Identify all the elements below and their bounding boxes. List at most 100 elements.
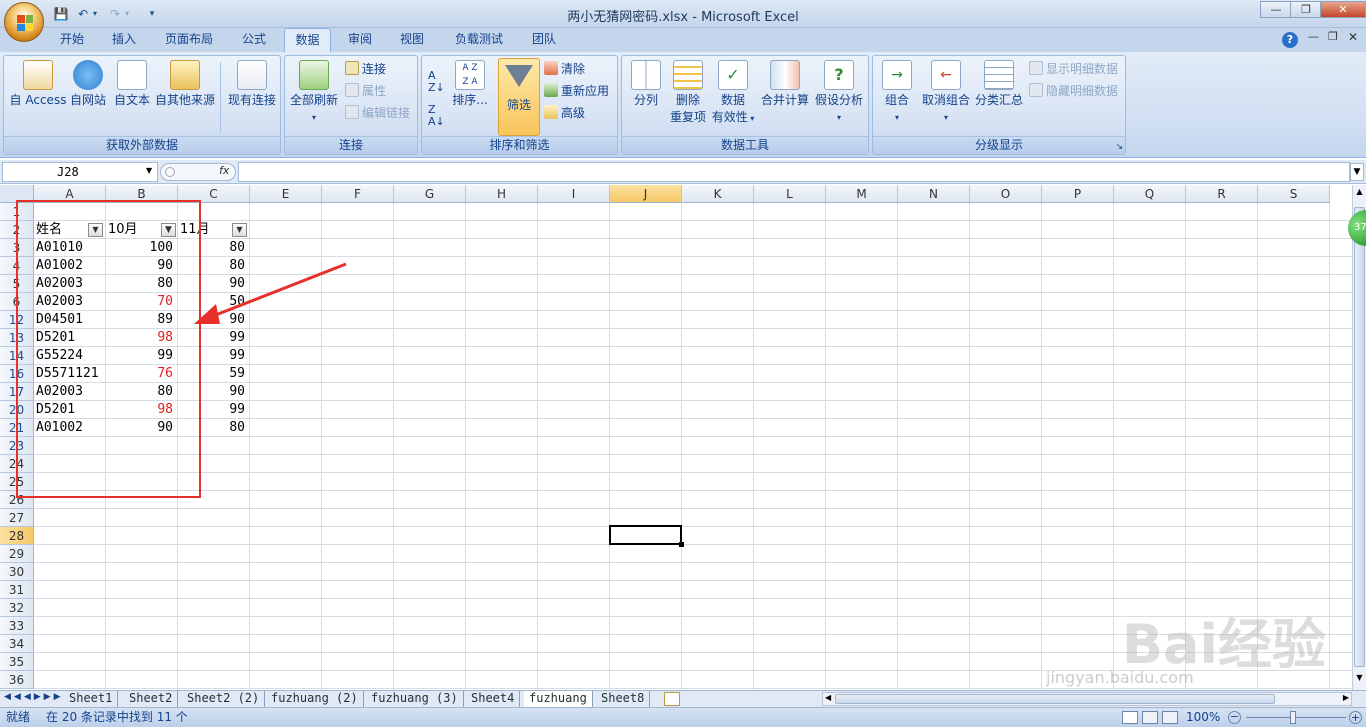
sheet-tab-1[interactable]: Sheet2 — [124, 691, 179, 707]
ribbon-close-icon[interactable]: ✕ — [1348, 30, 1358, 44]
text-to-columns-button[interactable]: 分列 — [626, 60, 666, 109]
column-header-m[interactable]: M — [826, 185, 898, 203]
column-header-r[interactable]: R — [1186, 185, 1258, 203]
edit-links-button[interactable]: 编辑链接 — [345, 103, 410, 123]
name-box-dropdown-icon[interactable]: ▼ — [146, 166, 152, 175]
group-button[interactable]: → 组合 ▾ — [877, 60, 917, 126]
connections-button[interactable]: 连接 — [345, 59, 386, 79]
scroll-right-icon[interactable]: ▶ — [1343, 693, 1349, 702]
row-header-31[interactable]: 31 — [0, 581, 34, 599]
zoom-out-icon[interactable]: − — [1228, 711, 1241, 724]
remove-duplicates-button[interactable]: 删除 重复项 — [668, 60, 708, 126]
tab-view[interactable]: 视图 — [390, 28, 434, 52]
ribbon-minimize-icon[interactable]: — — [1308, 30, 1319, 43]
ungroup-button[interactable]: ← 取消组合 ▾ — [919, 60, 973, 126]
horizontal-scrollbar[interactable]: ◀ ▶ — [822, 692, 1352, 706]
hide-detail-button[interactable]: 隐藏明细数据 — [1029, 81, 1118, 101]
from-web-button[interactable]: 自网站 — [66, 60, 110, 109]
help-icon[interactable]: ? — [1282, 32, 1298, 48]
restore-button[interactable]: ❐ — [1290, 1, 1322, 18]
zoom-level[interactable]: 100% — [1186, 708, 1220, 727]
tab-insert[interactable]: 插入 — [100, 28, 148, 52]
zoom-in-icon[interactable]: + — [1349, 711, 1362, 724]
column-header-h[interactable]: H — [466, 185, 538, 203]
column-header-s[interactable]: S — [1258, 185, 1330, 203]
row-header-30[interactable]: 30 — [0, 563, 34, 581]
row-header-29[interactable]: 29 — [0, 545, 34, 563]
name-box[interactable]: J28 — [2, 162, 158, 182]
sheet-nav-icons[interactable]: ◀◀◀▶▶▶ — [4, 692, 64, 702]
column-header-j[interactable]: J — [610, 185, 682, 203]
from-other-sources-button[interactable]: 自其他来源 — [152, 60, 218, 109]
scroll-up-icon[interactable]: ▲ — [1354, 187, 1365, 199]
consolidate-button[interactable]: 合并计算 — [760, 60, 810, 109]
tab-formulas[interactable]: 公式 — [230, 28, 278, 52]
column-header-g[interactable]: G — [394, 185, 466, 203]
tab-page-layout[interactable]: 页面布局 — [156, 28, 222, 52]
filter-dropdown-nov[interactable]: ▼ — [232, 223, 247, 237]
column-header-o[interactable]: O — [970, 185, 1042, 203]
column-header-n[interactable]: N — [898, 185, 970, 203]
minimize-button[interactable]: — — [1260, 1, 1292, 18]
column-header-l[interactable]: L — [754, 185, 826, 203]
fill-handle[interactable] — [679, 542, 684, 547]
tab-load-test[interactable]: 负载测试 — [446, 28, 512, 52]
column-header-p[interactable]: P — [1042, 185, 1114, 203]
tab-review[interactable]: 审阅 — [338, 28, 382, 52]
what-if-analysis-button[interactable]: ? 假设分析 ▾ — [812, 60, 866, 126]
from-access-button[interactable]: 自 Access — [6, 60, 70, 109]
customize-qat-icon[interactable]: ▾ — [146, 5, 158, 23]
ribbon-restore-icon[interactable]: ❐ — [1328, 30, 1338, 43]
zoom-slider[interactable] — [1246, 717, 1346, 718]
sheet-tab-0[interactable]: Sheet1 — [64, 691, 119, 707]
hscroll-thumb[interactable] — [835, 694, 1275, 704]
subtotal-button[interactable]: 分类汇总 — [973, 60, 1025, 109]
dialog-launcher-icon[interactable]: ↘ — [1115, 142, 1123, 152]
zoom-slider-thumb[interactable] — [1290, 711, 1296, 724]
vertical-scrollbar[interactable]: ▲ ▼ — [1352, 185, 1366, 690]
formula-input[interactable] — [238, 162, 1350, 182]
sheet-tab-6[interactable]: fuzhuang — [524, 691, 593, 707]
office-button[interactable] — [4, 2, 44, 42]
normal-view-icon[interactable] — [1122, 711, 1138, 724]
column-header-f[interactable]: F — [322, 185, 394, 203]
sheet-tab-3[interactable]: fuzhuang (2) — [266, 691, 364, 707]
redo-dropdown-icon[interactable]: ▾ — [122, 5, 132, 23]
selected-cell-j28[interactable] — [609, 525, 684, 547]
clear-filter-button[interactable]: 清除 — [544, 59, 585, 79]
tab-data[interactable]: 数据 — [284, 28, 331, 53]
data-validation-button[interactable]: ✓ 数据 有效性 ▾ — [710, 60, 756, 127]
tab-team[interactable]: 团队 — [522, 28, 566, 52]
sheet-tab-2[interactable]: Sheet2 (2) — [182, 691, 266, 707]
column-header-i[interactable]: I — [538, 185, 610, 203]
sort-descending-icon[interactable]: Z A↓ — [428, 104, 445, 128]
row-header-32[interactable]: 32 — [0, 599, 34, 617]
save-icon[interactable]: 💾 — [52, 5, 70, 23]
sheet-tab-5[interactable]: Sheet4 — [466, 691, 521, 707]
advanced-filter-button[interactable]: 高级 — [544, 103, 585, 123]
tab-home[interactable]: 开始 — [48, 28, 96, 52]
reapply-button[interactable]: 重新应用 — [544, 81, 609, 101]
sort-button[interactable]: A ZZ A 排序... — [450, 60, 490, 109]
column-header-q[interactable]: Q — [1114, 185, 1186, 203]
sheet-tab-7[interactable]: Sheet8 — [596, 691, 651, 707]
from-text-button[interactable]: 自文本 — [110, 60, 154, 109]
scroll-down-icon[interactable]: ▼ — [1354, 673, 1365, 685]
expand-formula-bar-icon[interactable]: ▼ — [1350, 163, 1364, 181]
column-header-e[interactable]: E — [250, 185, 322, 203]
show-detail-button[interactable]: 显示明细数据 — [1029, 59, 1118, 79]
row-header-35[interactable]: 35 — [0, 653, 34, 671]
scroll-left-icon[interactable]: ◀ — [825, 693, 831, 702]
sort-ascending-icon[interactable]: A Z↓ — [428, 70, 445, 94]
close-button[interactable]: ✕ — [1320, 1, 1366, 18]
filter-button[interactable]: 筛选 — [498, 58, 540, 136]
properties-button[interactable]: 属性 — [345, 81, 386, 101]
row-header-36[interactable]: 36 — [0, 671, 34, 689]
insert-function-button[interactable]: fx — [219, 164, 229, 177]
page-break-view-icon[interactable] — [1162, 711, 1178, 724]
scroll-thumb[interactable] — [1354, 207, 1365, 667]
row-header-33[interactable]: 33 — [0, 617, 34, 635]
sheet-tab-4[interactable]: fuzhuang (3) — [366, 691, 464, 707]
existing-connections-button[interactable]: 现有连接 — [224, 60, 280, 109]
page-layout-view-icon[interactable] — [1142, 711, 1158, 724]
